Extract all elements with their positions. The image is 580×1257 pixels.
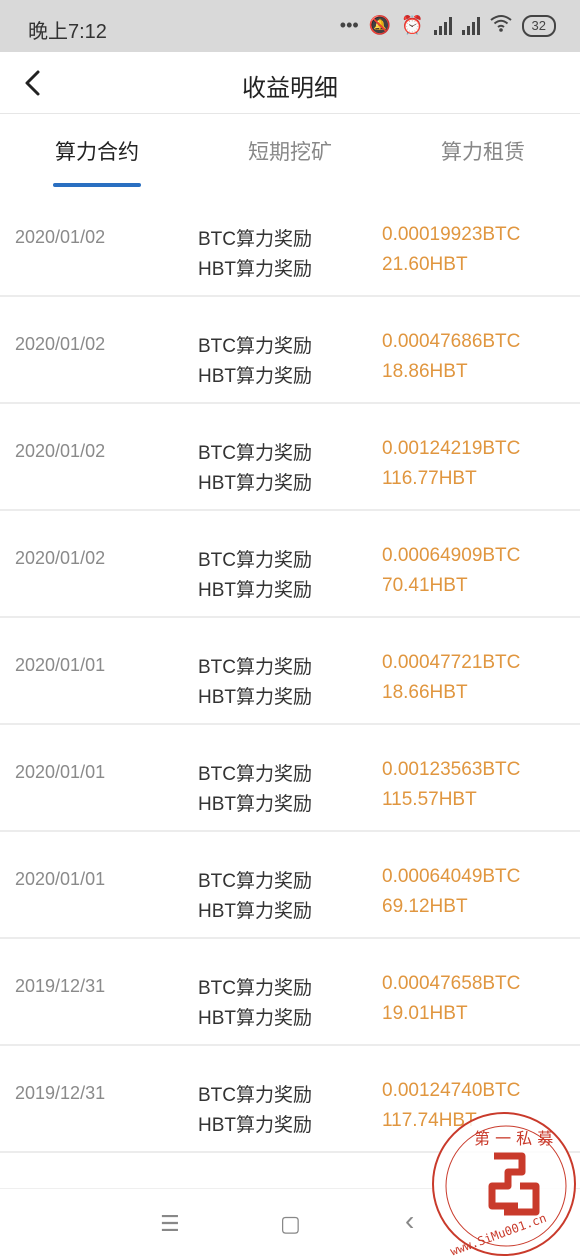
btc-reward-value: 0.00064909BTC <box>382 545 521 566</box>
back-icon[interactable]: ‹ <box>405 1205 414 1237</box>
status-icons: ••• 🔕 ⏰ 32 <box>340 14 556 37</box>
btc-reward-label: BTC算力奖励 <box>198 550 313 571</box>
hbt-reward-label: HBT算力奖励 <box>198 366 313 387</box>
btc-reward-label: BTC算力奖励 <box>198 657 313 678</box>
list-item: 2020/01/02 BTC算力奖励 HBT算力奖励 0.00047686BTC 18.… <box>0 297 580 404</box>
list-item: 2020/01/01 BTC算力奖励 HBT算力奖励 0.00123563BTC 115… <box>0 725 580 832</box>
hbt-reward-label: HBT算力奖励 <box>198 580 313 601</box>
btc-reward-label: BTC算力奖励 <box>198 978 313 999</box>
hbt-reward-value: 21.60HBT <box>382 254 468 275</box>
earning-date: 2020/01/01 <box>15 869 106 889</box>
btc-reward-label: BTC算力奖励 <box>198 1085 313 1106</box>
btc-reward-value: 0.00123563BTC <box>382 759 521 780</box>
btc-reward-label: BTC算力奖励 <box>198 443 313 464</box>
svg-text:www.SiMu001.cn: www.SiMu001.cn <box>448 1211 548 1257</box>
page-title: 收益明细 <box>242 75 338 102</box>
hbt-reward-value: 69.12HBT <box>382 896 468 917</box>
btc-reward-label: BTC算力奖励 <box>198 871 313 892</box>
btc-reward-value: 0.00124740BTC <box>382 1080 521 1101</box>
earning-date: 2019/12/31 <box>15 1083 106 1103</box>
earning-date: 2020/01/02 <box>15 334 106 354</box>
btc-reward-label: BTC算力奖励 <box>198 229 313 250</box>
tab-hashrate-rental[interactable]: 算力租赁 <box>439 136 527 166</box>
earning-date: 2020/01/02 <box>15 441 106 461</box>
watermark-stamp: 第 一 私 募 www.SiMu001.cn <box>432 1112 576 1257</box>
btc-reward-value: 0.00019923BTC <box>382 224 521 245</box>
earnings-list: 2020/01/02 BTC算力奖励 HBT算力奖励 0.00019923BTC 21.… <box>0 190 580 1153</box>
more-icon: ••• <box>339 15 359 35</box>
list-item: 2020/01/01 BTC算力奖励 HBT算力奖励 0.00064049BTC 69.… <box>0 832 580 939</box>
hbt-reward-value: 70.41HBT <box>382 575 468 596</box>
hbt-reward-value: 115.57HBT <box>382 789 477 810</box>
list-item: 2020/01/01 BTC算力奖励 HBT算力奖励 0.00047721BTC 18.… <box>0 618 580 725</box>
btc-reward-label: BTC算力奖励 <box>198 764 313 785</box>
hbt-reward-label: HBT算力奖励 <box>198 687 313 708</box>
hbt-reward-label: HBT算力奖励 <box>198 473 313 494</box>
alarm-icon: ⏰ <box>401 15 424 35</box>
watermark-logo: 第 一 私 募 www.SiMu001.cn <box>445 1125 567 1257</box>
menu-icon[interactable]: ☰ <box>160 1211 180 1237</box>
list-item: 2019/12/31 BTC算力奖励 HBT算力奖励 0.00047658BTC 19.… <box>0 939 580 1046</box>
list-item: 2020/01/02 BTC算力奖励 HBT算力奖励 0.00064909BTC 70.… <box>0 511 580 618</box>
btc-reward-value: 0.00047686BTC <box>382 331 521 352</box>
status-time: 晚上7:12 <box>28 21 107 43</box>
tab-bar: 算力合约 短期挖矿 算力租赁 <box>0 116 580 192</box>
btc-reward-value: 0.00047658BTC <box>382 973 521 994</box>
hbt-reward-label: HBT算力奖励 <box>198 901 313 922</box>
btc-reward-value: 0.00124219BTC <box>382 438 521 459</box>
hbt-reward-value: 18.66HBT <box>382 682 468 703</box>
header: 收益明细 <box>0 52 580 114</box>
signal-icon <box>461 16 480 35</box>
wifi-icon <box>489 14 512 37</box>
signal-icon <box>433 16 452 35</box>
earning-date: 2020/01/02 <box>15 548 106 568</box>
svg-text:第 一 私 募: 第 一 私 募 <box>474 1129 553 1148</box>
hbt-reward-value: 18.86HBT <box>382 361 468 382</box>
hbt-reward-value: 19.01HBT <box>382 1003 468 1024</box>
earning-date: 2019/12/31 <box>15 976 106 996</box>
hbt-reward-label: HBT算力奖励 <box>198 1008 313 1029</box>
active-tab-indicator <box>53 183 141 187</box>
mute-notification-icon: 🔕 <box>368 15 392 35</box>
status-bar: 晚上7:12 ••• 🔕 ⏰ 32 <box>0 0 580 52</box>
tab-hashrate-contract[interactable]: 算力合约 <box>53 136 141 166</box>
btc-reward-label: BTC算力奖励 <box>198 336 313 357</box>
list-item: 2020/01/02 BTC算力奖励 HBT算力奖励 0.00019923BTC 21.… <box>0 190 580 297</box>
list-item: 2020/01/02 BTC算力奖励 HBT算力奖励 0.00124219BTC 116… <box>0 404 580 511</box>
btc-reward-value: 0.00047721BTC <box>382 652 521 673</box>
earning-date: 2020/01/02 <box>15 227 106 247</box>
hbt-reward-value: 116.77HBT <box>382 468 477 489</box>
tab-short-term-mining[interactable]: 短期挖矿 <box>246 136 334 166</box>
home-icon[interactable]: ▢ <box>280 1211 301 1237</box>
hbt-reward-label: HBT算力奖励 <box>198 794 313 815</box>
battery-icon: 32 <box>521 14 556 37</box>
btc-reward-value: 0.00064049BTC <box>382 866 521 887</box>
earning-date: 2020/01/01 <box>15 655 106 675</box>
earning-date: 2020/01/01 <box>15 762 106 782</box>
hbt-reward-label: HBT算力奖励 <box>198 1115 313 1136</box>
hbt-reward-label: HBT算力奖励 <box>198 259 313 280</box>
